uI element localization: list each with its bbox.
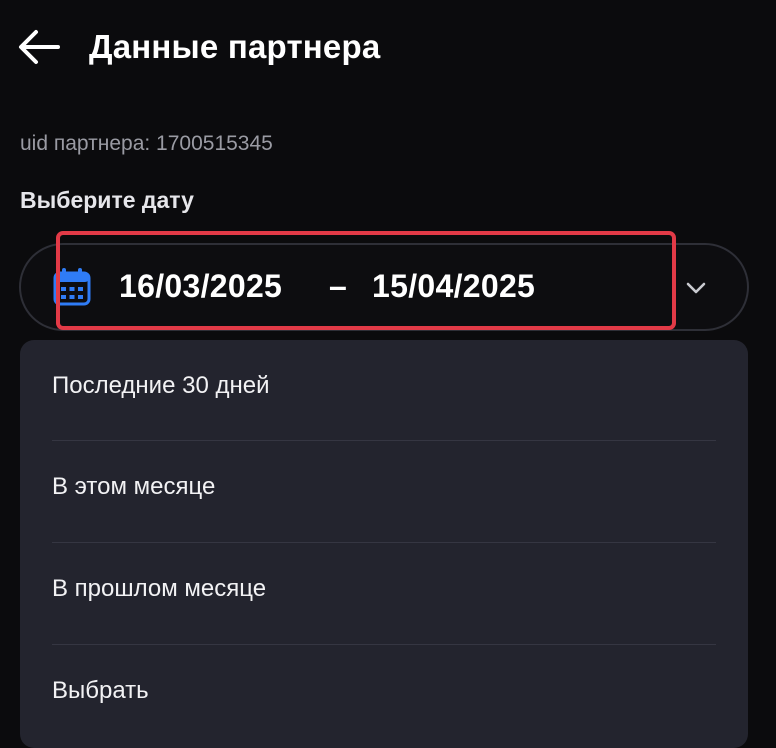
- date-to: 15/04/2025: [372, 268, 536, 304]
- dropdown-option-label: В прошлом месяце: [52, 575, 267, 602]
- partner-uid: uid партнера: 1700515345: [20, 132, 273, 155]
- back-button[interactable]: [14, 24, 64, 70]
- dropdown-option-label: В этом месяце: [52, 473, 216, 500]
- date-preset-dropdown: Последние 30 дней В этом месяце В прошло…: [20, 340, 748, 748]
- date-select-label: Выберите дату: [20, 187, 194, 213]
- calendar-icon: [53, 268, 91, 306]
- dropdown-option-last-30-days[interactable]: Последние 30 дней: [20, 340, 748, 441]
- chevron-down-icon[interactable]: [683, 275, 709, 301]
- date-from: 16/03/2025: [119, 268, 283, 304]
- dropdown-option-custom[interactable]: Выбрать: [20, 645, 748, 746]
- page-title: Данные партнера: [89, 28, 381, 65]
- dropdown-option-last-month[interactable]: В прошлом месяце: [20, 543, 748, 644]
- dropdown-option-label: Последние 30 дней: [52, 372, 270, 399]
- dropdown-option-this-month[interactable]: В этом месяце: [20, 441, 748, 542]
- date-separator: –: [329, 268, 348, 304]
- dropdown-option-label: Выбрать: [52, 677, 149, 704]
- arrow-left-icon: [19, 30, 60, 64]
- header: Данные партнера: [0, 0, 776, 100]
